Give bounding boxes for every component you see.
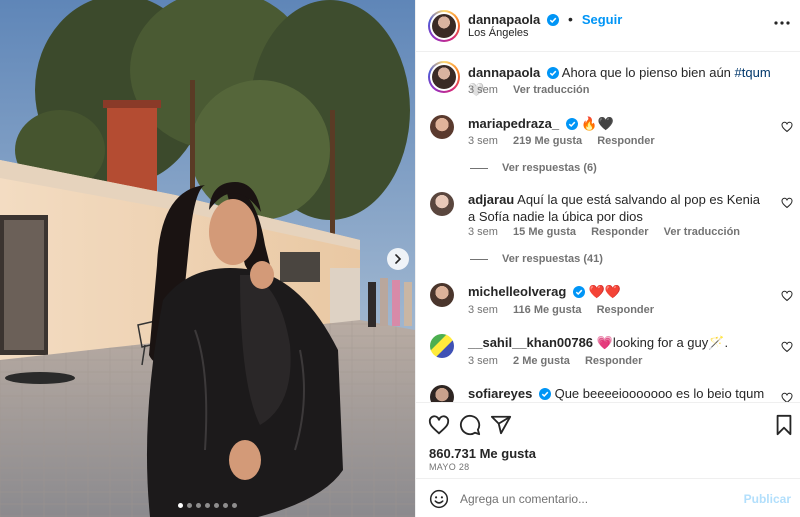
more-icon[interactable] [774,20,790,26]
post-date[interactable]: MAYO 28 [429,462,469,472]
comment: michelleolverag ❤️❤️ [468,283,768,300]
post-photo[interactable] [0,0,415,517]
follow-button[interactable]: Seguir [582,12,622,27]
comment-time[interactable]: 3 sem [468,304,498,316]
carousel-dot [232,503,237,508]
carousel-dot [205,503,210,508]
carousel-dot [223,503,228,508]
comment-avatar[interactable] [430,115,454,139]
comment-avatar[interactable] [430,283,454,307]
comment-likes[interactable]: 219 Me gusta [513,135,582,147]
caption-translate-button[interactable]: Ver traducción [513,84,589,96]
verified-icon [546,67,559,79]
comment-text: 💗looking for a guy🪄. [596,335,729,350]
author-username[interactable]: dannapaola [468,12,540,27]
view-replies-button[interactable]: Ver respuestas (6) [470,162,597,174]
comment-time[interactable]: 3 sem [468,226,498,238]
share-icon[interactable] [490,414,512,436]
reply-button[interactable]: Responder [597,304,654,316]
heart-icon[interactable] [781,341,793,353]
caption-username[interactable]: dannapaola [468,65,540,80]
comment-likes[interactable]: 116 Me gusta [513,304,581,316]
emoji-icon[interactable] [429,489,449,509]
heart-icon[interactable] [781,121,793,133]
heart-icon[interactable] [428,414,450,436]
reply-button[interactable]: Responder [597,135,654,147]
comment-username[interactable]: michelleolverag [468,284,566,299]
post-header: dannapaola • Seguir Los Ángeles [416,0,800,52]
post-actions: 860.731 Me gusta MAYO 28 [416,402,800,476]
like-count[interactable]: 860.731 Me gusta [429,446,536,461]
comment-time[interactable]: 3 sem [468,135,498,147]
caption-time[interactable]: 3 sem [468,84,498,96]
carousel-dot [187,503,192,508]
comment-avatar[interactable] [430,334,454,358]
post-location[interactable]: Los Ángeles [468,27,529,39]
comment-avatar[interactable] [430,385,454,402]
carousel-dot [214,503,219,508]
comment-username[interactable]: mariapedraza_ [468,116,559,131]
comment-text: 🔥🖤 [581,116,614,131]
post-image [0,0,415,517]
caption-hashtag[interactable]: #tqum [735,65,771,80]
comment-text: Que beeeeiooooooo es lo beio tqum [554,386,765,401]
comment-likes[interactable]: 2 Me gusta [513,355,570,367]
view-replies-button[interactable]: Ver respuestas (41) [470,253,603,265]
comment-meta: 3 sem 219 Me gusta Responder [468,135,667,147]
view-replies-label: Ver respuestas (6) [502,162,597,174]
comment-avatar[interactable] [430,192,454,216]
comment-text: ❤️❤️ [588,284,621,299]
heart-icon[interactable] [781,290,793,302]
heart-icon[interactable] [781,197,793,209]
view-replies-label: Ver respuestas (41) [502,253,603,265]
separator-dot: • [568,11,573,27]
comment-input[interactable] [460,488,740,510]
carousel-next-button[interactable] [387,248,409,270]
comment-username[interactable]: adjarau [468,192,514,207]
publish-button[interactable]: Publicar [744,492,791,506]
reply-button[interactable]: Responder [591,226,648,238]
comment-likes[interactable]: 15 Me gusta [513,226,576,238]
reply-button[interactable]: Responder [585,355,642,367]
carousel-indicator [178,503,237,508]
caption-avatar[interactable] [428,61,460,93]
caption-meta: 3 sem Ver traducción [468,84,601,96]
comment-meta: 3 sem 116 Me gusta Responder [468,304,666,316]
chevron-right-icon [395,254,402,264]
verified-icon [565,118,578,130]
heart-icon[interactable] [781,392,793,402]
comment-icon[interactable] [459,414,481,436]
add-comment-bar: Publicar [416,478,800,517]
verified-icon [538,388,551,400]
translate-button[interactable]: Ver traducción [664,226,740,238]
carousel-dot [196,503,201,508]
verified-icon [572,286,585,298]
author-avatar[interactable] [428,10,460,42]
comment-username[interactable]: sofiareyes [468,386,532,401]
carousel-dot [178,503,183,508]
comment: sofiareyes Que beeeeiooooooo es lo beio … [468,385,768,402]
verified-icon [547,14,560,26]
bookmark-icon[interactable] [773,414,795,436]
post-side-panel: dannapaola • Seguir Los Ángeles dannapao… [415,0,800,517]
comment: adjarau Aquí la que está salvando al pop… [468,191,768,225]
caption-text: Ahora que lo pienso bien aún [561,65,731,80]
comment-username[interactable]: __sahil__khan00786 [468,335,593,350]
comment: mariapedraza_ 🔥🖤 [468,115,768,132]
comment-time[interactable]: 3 sem [468,355,498,367]
comment: __sahil__khan00786 💗looking for a guy🪄. [468,334,768,351]
comment-meta: 3 sem 2 Me gusta Responder [468,355,654,367]
comment-meta: 3 sem 15 Me gusta Responder Ver traducci… [468,226,752,238]
comments-list[interactable]: dannapaola Ahora que lo pienso bien aún … [416,53,800,402]
